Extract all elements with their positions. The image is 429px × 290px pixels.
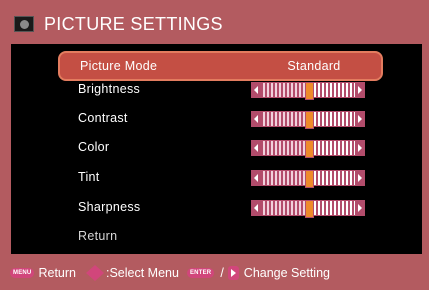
- settings-panel: Picture Mode Standard Brightness Contras…: [11, 44, 422, 254]
- key-hint-bar: MENU Return :Select Menu ENTER / Change …: [10, 265, 330, 281]
- menu-header: PICTURE SETTINGS: [14, 10, 223, 38]
- slider-left-arrow-icon: [252, 112, 261, 126]
- menu-item-label: Return: [78, 229, 118, 243]
- menu-item-label: Sharpness: [78, 200, 141, 214]
- contrast-slider[interactable]: [251, 111, 365, 129]
- change-setting-hint: Change Setting: [243, 266, 330, 280]
- menu-item-label: Brightness: [78, 82, 141, 96]
- brightness-slider[interactable]: [251, 82, 365, 100]
- slider-right-arrow-icon: [355, 171, 364, 185]
- slider-thumb[interactable]: [304, 170, 314, 188]
- menu-item-label: Color: [78, 140, 110, 154]
- picture-icon: [14, 16, 34, 32]
- tint-slider[interactable]: [251, 170, 365, 188]
- sharpness-slider[interactable]: [251, 200, 365, 218]
- menu-title: PICTURE SETTINGS: [44, 13, 223, 34]
- slider-thumb[interactable]: [304, 111, 314, 129]
- slider-left-arrow-icon: [252, 171, 261, 185]
- slider-thumb[interactable]: [304, 82, 314, 100]
- menu-key-icon: MENU: [10, 268, 35, 278]
- slider-left-arrow-icon: [252, 201, 261, 215]
- slider-left-arrow-icon: [252, 83, 261, 97]
- right-arrow-key-icon: [227, 266, 239, 280]
- tv-menu-frame: PICTURE SETTINGS Picture Mode Standard B…: [0, 0, 429, 290]
- slider-thumb[interactable]: [304, 140, 314, 158]
- menu-item-label: Tint: [78, 170, 100, 184]
- enter-key-icon: ENTER: [186, 268, 215, 278]
- slider-right-arrow-icon: [355, 141, 364, 155]
- color-slider[interactable]: [251, 140, 365, 158]
- slider-right-arrow-icon: [355, 83, 364, 97]
- slider-right-arrow-icon: [355, 201, 364, 215]
- menu-item-label: Contrast: [78, 111, 128, 125]
- slider-thumb[interactable]: [304, 200, 314, 218]
- return-hint: Return: [38, 266, 76, 280]
- menu-item-label: Picture Mode: [80, 59, 158, 73]
- slider-right-arrow-icon: [355, 112, 364, 126]
- slider-left-arrow-icon: [252, 141, 261, 155]
- picture-mode-value: Standard: [287, 59, 341, 73]
- hint-separator: /: [220, 266, 224, 280]
- up-down-arrows-icon: [86, 265, 104, 281]
- select-menu-hint: :Select Menu: [106, 266, 179, 280]
- menu-item-return[interactable]: Return: [58, 223, 378, 249]
